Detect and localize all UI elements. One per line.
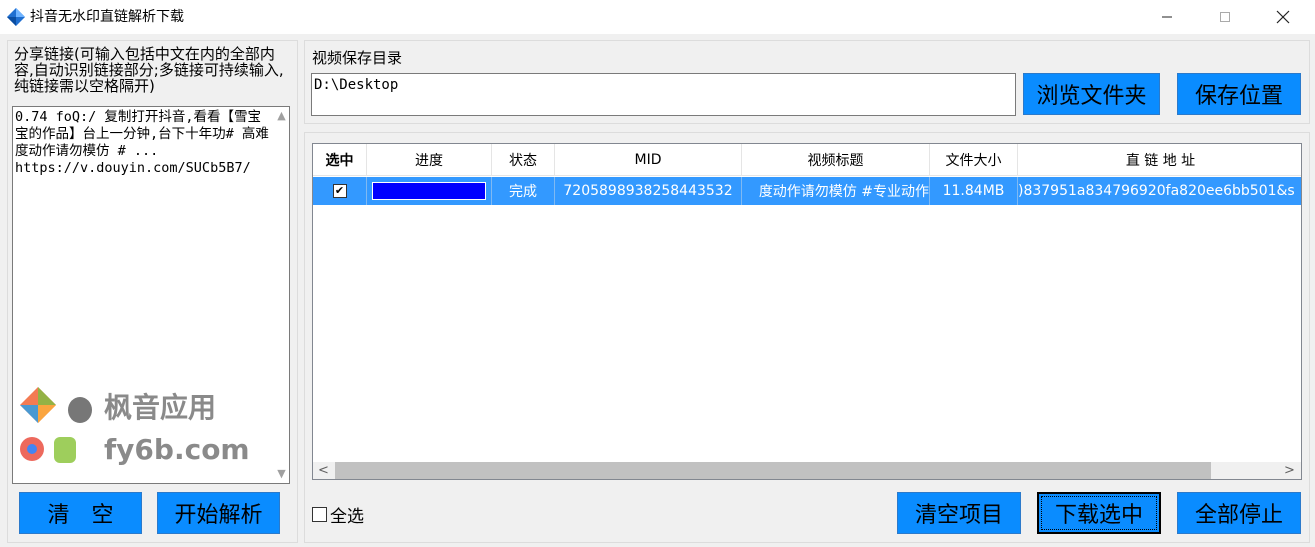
progress-fill <box>373 183 485 199</box>
column-header-mid[interactable]: MID <box>555 144 742 176</box>
select-all-box[interactable] <box>312 507 327 522</box>
watermark-text-cn: 枫音应用 <box>104 391 216 424</box>
row-file-size: 11.84MB <box>930 177 1018 205</box>
share-text-scrollbar[interactable]: ▲ ▼ <box>273 107 289 483</box>
share-link-text: 0.74 foQ:/ 复制打开抖音,看看【雪宝宝的作品】台上一分钟,台下十年功#… <box>15 109 269 176</box>
clear-button[interactable]: 清空 <box>19 492 142 534</box>
list-horizontal-scrollbar[interactable]: < > <box>313 462 1301 479</box>
watermark-logo: 枫音应用 fy6b.com <box>16 385 256 475</box>
browse-folder-button[interactable]: 浏览文件夹 <box>1023 73 1160 115</box>
row-status: 完成 <box>492 177 555 205</box>
scroll-up-arrow-icon[interactable]: ▲ <box>273 107 289 124</box>
close-icon <box>1276 10 1290 24</box>
row-mid: 7205898938258443532 <box>555 177 742 205</box>
select-all-checkbox[interactable]: 全选 <box>312 502 364 527</box>
list-header: 选中 进度 状态 MID 视频标题 文件大小 直 链 地 址 <box>313 144 1301 176</box>
minimize-button[interactable] <box>1144 0 1190 34</box>
scrollbar-thumb[interactable] <box>335 462 1211 479</box>
scroll-right-arrow-icon[interactable]: > <box>1281 462 1298 479</box>
row-checkbox[interactable]: ✔ <box>332 184 347 198</box>
column-header-selected[interactable]: 选中 <box>313 144 367 176</box>
watermark-logo-graphic: 枫音应用 fy6b.com <box>20 387 250 466</box>
video-list[interactable]: 选中 进度 状态 MID 视频标题 文件大小 直 链 地 址 ✔ 完成 7205… <box>312 143 1302 480</box>
maximize-button[interactable] <box>1202 0 1248 34</box>
column-header-title[interactable]: 视频标题 <box>742 144 930 176</box>
column-header-file-size[interactable]: 文件大小 <box>930 144 1018 176</box>
maximize-icon <box>1220 12 1230 22</box>
scroll-down-arrow-icon[interactable]: ▼ <box>273 465 289 482</box>
save-location-button[interactable]: 保存位置 <box>1177 73 1301 115</box>
column-header-direct-url[interactable]: 直 链 地 址 <box>1018 144 1301 176</box>
progress-bar <box>372 182 486 200</box>
select-all-label: 全选 <box>330 507 364 527</box>
minimize-icon <box>1162 16 1172 18</box>
row-title: 度动作请勿模仿 #专业动作 <box>742 177 930 205</box>
clear-items-button[interactable]: 清空项目 <box>897 492 1021 534</box>
title-bar: 抖音无水印直链解析下载 <box>0 0 1315 34</box>
window-title: 抖音无水印直链解析下载 <box>30 9 184 25</box>
close-button[interactable] <box>1260 0 1306 34</box>
column-header-progress[interactable]: 进度 <box>367 144 492 176</box>
stop-all-button[interactable]: 全部停止 <box>1177 492 1301 534</box>
row-select-cell[interactable]: ✔ <box>313 177 367 205</box>
row-direct-url: )837951a834796920fa820ee6bb501&s <box>1018 183 1295 199</box>
download-selected-button[interactable]: 下载选中 <box>1037 492 1161 534</box>
column-header-status[interactable]: 状态 <box>492 144 555 176</box>
start-parse-button[interactable]: 开始解析 <box>157 492 280 534</box>
scroll-left-arrow-icon[interactable]: < <box>315 462 332 479</box>
watermark-text-domain: fy6b.com <box>104 433 250 466</box>
row-progress-cell <box>367 177 492 205</box>
table-row[interactable]: ✔ 完成 7205898938258443532 度动作请勿模仿 #专业动作 1… <box>313 177 1301 205</box>
share-link-label: 分享链接(可输入包括中文在内的全部内容,自动识别链接部分;多链接可持续输入,纯链… <box>14 45 284 95</box>
save-directory-label: 视频保存目录 <box>312 49 403 67</box>
app-diamond-icon <box>7 8 25 26</box>
save-directory-input[interactable]: D:\Desktop <box>311 73 1016 116</box>
